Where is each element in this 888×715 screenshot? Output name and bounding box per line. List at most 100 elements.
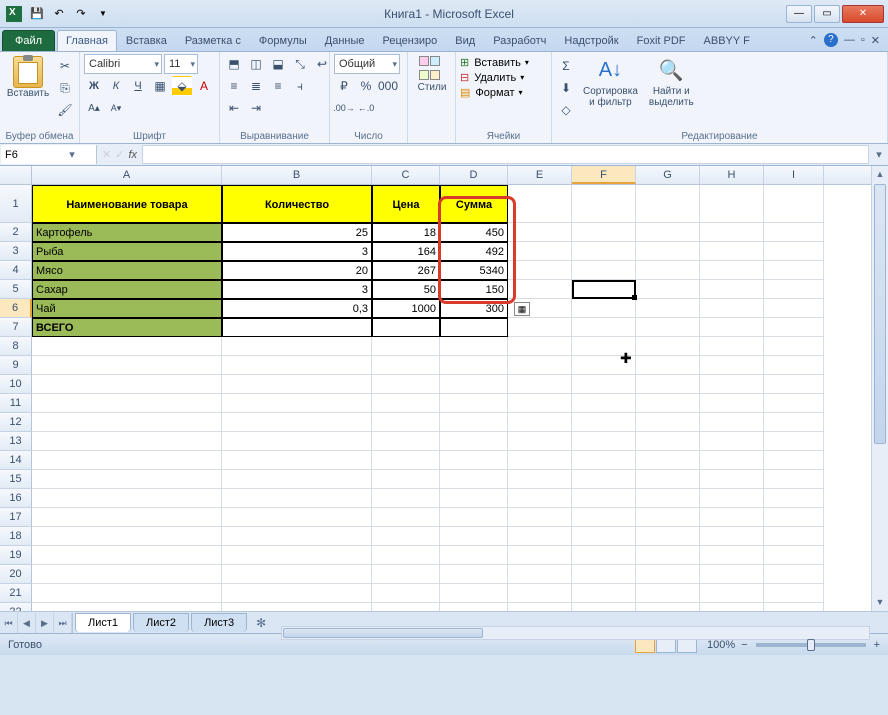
cell-I14[interactable] — [764, 451, 824, 470]
cell-H13[interactable] — [700, 432, 764, 451]
cell-I4[interactable] — [764, 261, 824, 280]
cell-A13[interactable] — [32, 432, 222, 451]
cell-I9[interactable] — [764, 356, 824, 375]
cell-B1[interactable]: Количество — [222, 185, 372, 223]
cell-F6[interactable] — [572, 299, 636, 318]
cell-A14[interactable] — [32, 451, 222, 470]
tab-главная[interactable]: Главная — [57, 30, 117, 51]
sheet-tab-Лист1[interactable]: Лист1 — [75, 613, 131, 632]
cell-H1[interactable] — [700, 185, 764, 223]
cell-H12[interactable] — [700, 413, 764, 432]
cell-C21[interactable] — [372, 584, 440, 603]
cell-B15[interactable] — [222, 470, 372, 489]
comma-format-button[interactable]: 000 — [378, 76, 398, 96]
cell-B19[interactable] — [222, 546, 372, 565]
cell-H3[interactable] — [700, 242, 764, 261]
select-all-corner[interactable] — [0, 166, 32, 184]
cell-C17[interactable] — [372, 508, 440, 527]
cut-button[interactable]: ✂ — [55, 56, 75, 76]
cell-H8[interactable] — [700, 337, 764, 356]
merge-button[interactable]: ⫞ — [290, 76, 310, 96]
cell-G14[interactable] — [636, 451, 700, 470]
increase-indent-button[interactable]: ⇥ — [246, 98, 266, 118]
cell-H7[interactable] — [700, 318, 764, 337]
cell-H14[interactable] — [700, 451, 764, 470]
cell-E19[interactable] — [508, 546, 572, 565]
cell-D5[interactable]: 150 — [440, 280, 508, 299]
format-painter-button[interactable]: 🖌 — [55, 100, 75, 120]
cell-B21[interactable] — [222, 584, 372, 603]
cell-D14[interactable] — [440, 451, 508, 470]
cell-A3[interactable]: Рыба — [32, 242, 222, 261]
cell-I18[interactable] — [764, 527, 824, 546]
cell-H22[interactable] — [700, 603, 764, 611]
undo-button[interactable]: ↶ — [50, 5, 68, 23]
tab-abbyy f[interactable]: ABBYY F — [695, 30, 759, 51]
cell-I10[interactable] — [764, 375, 824, 394]
cell-H2[interactable] — [700, 223, 764, 242]
cell-H9[interactable] — [700, 356, 764, 375]
cell-C14[interactable] — [372, 451, 440, 470]
cell-F4[interactable] — [572, 261, 636, 280]
fx-icon[interactable]: fx — [128, 149, 137, 161]
cell-F11[interactable] — [572, 394, 636, 413]
horizontal-scroll-thumb[interactable] — [283, 628, 483, 638]
cell-F20[interactable] — [572, 565, 636, 584]
cell-I11[interactable] — [764, 394, 824, 413]
cell-D4[interactable]: 5340 — [440, 261, 508, 280]
cell-I5[interactable] — [764, 280, 824, 299]
cell-E7[interactable] — [508, 318, 572, 337]
cell-G12[interactable] — [636, 413, 700, 432]
column-header-F[interactable]: F — [572, 166, 636, 184]
cell-F19[interactable] — [572, 546, 636, 565]
cell-H15[interactable] — [700, 470, 764, 489]
cell-H4[interactable] — [700, 261, 764, 280]
cell-F1[interactable] — [572, 185, 636, 223]
cell-D9[interactable] — [440, 356, 508, 375]
row-header-10[interactable]: 10 — [0, 375, 32, 394]
save-button[interactable]: 💾 — [28, 5, 46, 23]
cell-F16[interactable] — [572, 489, 636, 508]
cell-C18[interactable] — [372, 527, 440, 546]
cell-F7[interactable] — [572, 318, 636, 337]
cell-B10[interactable] — [222, 375, 372, 394]
cell-D3[interactable]: 492 — [440, 242, 508, 261]
row-header-3[interactable]: 3 — [0, 242, 32, 261]
sheet-tab-Лист3[interactable]: Лист3 — [191, 613, 247, 632]
cell-B5[interactable]: 3 — [222, 280, 372, 299]
cell-A5[interactable]: Сахар — [32, 280, 222, 299]
cell-I1[interactable] — [764, 185, 824, 223]
cell-G11[interactable] — [636, 394, 700, 413]
cell-I13[interactable] — [764, 432, 824, 451]
cell-C13[interactable] — [372, 432, 440, 451]
zoom-level-label[interactable]: 100% — [707, 639, 735, 651]
cell-G16[interactable] — [636, 489, 700, 508]
enter-entry-icon[interactable]: ✓ — [115, 148, 124, 161]
cell-D20[interactable] — [440, 565, 508, 584]
tab-разработч[interactable]: Разработч — [484, 30, 555, 51]
cell-C6[interactable]: 1000 — [372, 299, 440, 318]
workbook-minimize-icon[interactable]: — — [844, 34, 855, 46]
format-cells-button[interactable]: ▤Формат ▾ — [460, 86, 523, 99]
column-header-C[interactable]: C — [372, 166, 440, 184]
cell-E14[interactable] — [508, 451, 572, 470]
column-header-H[interactable]: H — [700, 166, 764, 184]
tab-разметка с[interactable]: Разметка с — [176, 30, 250, 51]
autofill-options-button[interactable]: ▦ — [514, 302, 530, 316]
cell-E4[interactable] — [508, 261, 572, 280]
accounting-format-button[interactable]: ₽ — [334, 76, 354, 96]
styles-button[interactable]: Стили — [412, 54, 452, 95]
ribbon-minimize-icon[interactable]: ⌃ — [809, 34, 818, 47]
row-header-19[interactable]: 19 — [0, 546, 32, 565]
cell-H17[interactable] — [700, 508, 764, 527]
name-box-input[interactable] — [5, 149, 65, 161]
cancel-entry-icon[interactable]: ✕ — [102, 148, 111, 161]
close-button[interactable]: ✕ — [842, 5, 884, 23]
formula-bar-expand-icon[interactable]: ▾ — [870, 144, 888, 165]
cell-F18[interactable] — [572, 527, 636, 546]
cell-D12[interactable] — [440, 413, 508, 432]
cell-E9[interactable] — [508, 356, 572, 375]
cell-D8[interactable] — [440, 337, 508, 356]
row-header-15[interactable]: 15 — [0, 470, 32, 489]
cell-H16[interactable] — [700, 489, 764, 508]
